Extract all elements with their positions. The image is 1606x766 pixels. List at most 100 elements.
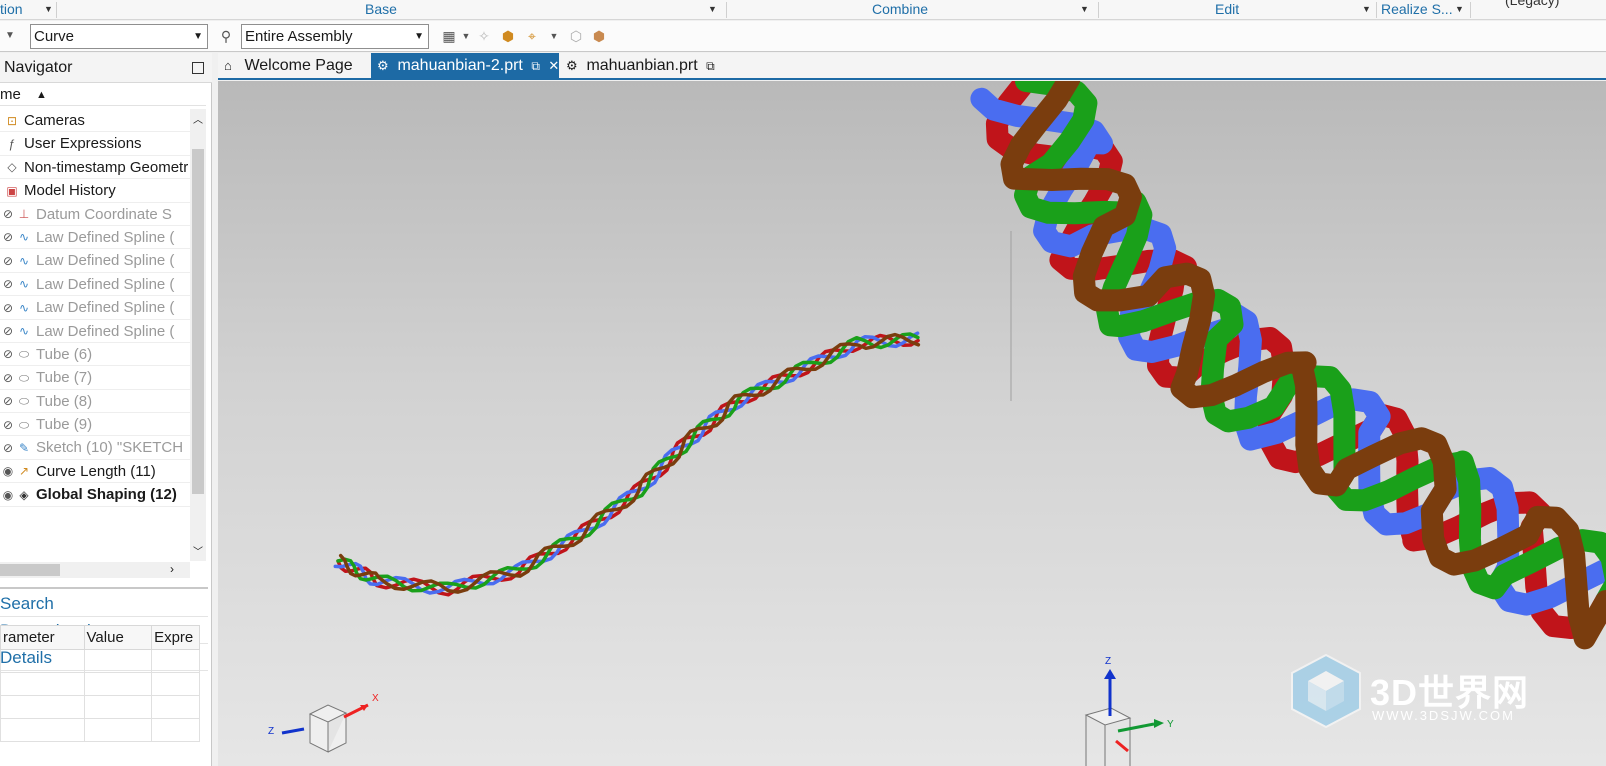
- ribbon-group-combine[interactable]: Combine: [872, 0, 928, 20]
- tree-item[interactable]: ƒ User Expressions: [0, 132, 190, 156]
- tab-label: mahuanbian-2.prt: [397, 57, 523, 74]
- tree-item-label: Law Defined Spline (: [36, 275, 175, 293]
- visible-eye-icon[interactable]: ◉: [0, 460, 16, 482]
- vertical-scrollbar[interactable]: ︿ ﹀: [190, 109, 206, 561]
- table-cell: [151, 649, 200, 673]
- tree-item[interactable]: ▣ Model History: [0, 179, 190, 203]
- tree-item-label: Sketch (10) "SKETCH: [36, 439, 184, 457]
- chevron-down-icon[interactable]: ▼: [544, 26, 564, 46]
- tree-item[interactable]: ⊘ ⬭ Tube (7): [0, 366, 190, 390]
- ribbon-group-base[interactable]: Base: [365, 0, 397, 20]
- chevron-up-icon[interactable]: ︿: [193, 111, 203, 126]
- hidden-eye-icon[interactable]: ⊘: [0, 343, 16, 365]
- z-axis-label: Z: [268, 726, 274, 737]
- visible-eye-icon[interactable]: ◉: [0, 484, 16, 506]
- braid-closeup-model[interactable]: [970, 81, 1606, 650]
- chevron-down-icon: ▼: [193, 31, 203, 42]
- maximize-icon[interactable]: [192, 62, 204, 74]
- ribbon-group-selection[interactable]: tion ▼: [0, 0, 53, 20]
- braid-strand[interactable]: [333, 331, 920, 595]
- tree-item[interactable]: ⊘ ⬭ Tube (8): [0, 390, 190, 414]
- wireframe-box-icon[interactable]: ⬢: [589, 26, 609, 46]
- tree-item[interactable]: ⊡ Cameras: [0, 109, 190, 133]
- popout-icon[interactable]: ⧉: [531, 59, 540, 73]
- chevron-down-icon[interactable]: ▼: [0, 26, 20, 46]
- hidden-eye-icon[interactable]: ⊘: [0, 273, 16, 295]
- column-header-parameter[interactable]: rameter: [0, 625, 85, 650]
- ribbon-group-realize[interactable]: Realize S...: [1381, 0, 1453, 20]
- tree-item[interactable]: ◉ ◈ Global Shaping (12): [0, 483, 190, 507]
- tree-item[interactable]: ⊘ ∿ Law Defined Spline (: [0, 249, 190, 273]
- body-select-icon[interactable]: ⬢: [498, 26, 518, 46]
- close-icon[interactable]: ✕: [548, 58, 559, 73]
- table-row: [0, 672, 200, 696]
- horizontal-scrollbar[interactable]: ›: [0, 562, 190, 578]
- chevron-down-icon[interactable]: ﹀: [193, 543, 203, 558]
- tree-item-label: Datum Coordinate S: [36, 205, 172, 223]
- search-section[interactable]: Search: [0, 591, 208, 617]
- tree-item-label: Cameras: [24, 112, 85, 129]
- ribbon-group-edit[interactable]: Edit: [1215, 0, 1239, 20]
- hidden-eye-icon[interactable]: ⊘: [0, 390, 16, 412]
- tree-item[interactable]: ⊘ ∿ Law Defined Spline (: [0, 296, 190, 320]
- chevron-down-icon[interactable]: ▼: [456, 26, 476, 46]
- watermark-url: WWW.3DSJW.COM: [1372, 708, 1515, 723]
- tab-welcome-page[interactable]: ⌂ Welcome Page: [218, 53, 370, 80]
- column-header-name[interactable]: me ▲: [0, 84, 206, 106]
- tree-item[interactable]: ⊘ ⬭ Tube (6): [0, 343, 190, 367]
- tree-item[interactable]: ⊘ ✎ Sketch (10) "SKETCH: [0, 436, 190, 460]
- popout-icon[interactable]: ⧉: [706, 59, 715, 73]
- tree-item-label: Tube (6): [36, 345, 93, 363]
- braid-strand[interactable]: [338, 332, 921, 594]
- show-hide-icon[interactable]: ⬡: [566, 26, 586, 46]
- law-spline-icon: ∿: [18, 230, 30, 245]
- scrollbar-thumb[interactable]: [0, 564, 60, 576]
- tab-mahuanbian[interactable]: ⚙ mahuanbian.prt ⧉: [560, 53, 720, 80]
- braid-overview-model[interactable]: [333, 331, 921, 597]
- table-cell: [83, 695, 153, 719]
- tree-item-label: Global Shaping (12): [36, 486, 177, 504]
- hidden-eye-icon[interactable]: ⊘: [0, 226, 16, 248]
- datum-csys-icon: ⊥: [18, 207, 30, 222]
- hidden-eye-icon[interactable]: ⊘: [0, 203, 16, 225]
- chevron-down-icon[interactable]: ▼: [44, 0, 53, 19]
- part-file-icon: ⚙: [566, 58, 578, 73]
- tree-item[interactable]: ◉ ↗ Curve Length (11): [0, 460, 190, 484]
- tree-item[interactable]: ⊘ ∿ Law Defined Spline (: [0, 226, 190, 250]
- table-row: [0, 695, 200, 719]
- braid-strand[interactable]: [336, 333, 920, 597]
- tab-label: Welcome Page: [244, 57, 353, 74]
- tree-item[interactable]: ⊘ ⬭ Tube (9): [0, 413, 190, 437]
- hidden-eye-icon[interactable]: ⊘: [0, 320, 16, 342]
- tree-item-label: Law Defined Spline (: [36, 252, 175, 270]
- hidden-eye-icon[interactable]: ⊘: [0, 437, 16, 459]
- tube-icon: ⬭: [18, 347, 30, 362]
- column-header-value[interactable]: Value: [83, 625, 153, 650]
- hidden-eye-icon[interactable]: ⊘: [0, 414, 16, 436]
- expression-icon: ƒ: [8, 136, 16, 151]
- tree-item[interactable]: ◇ Non-timestamp Geometr: [0, 156, 190, 180]
- snap-point-icon[interactable]: ⌖: [522, 26, 542, 46]
- tree-item-label: Law Defined Spline (: [36, 228, 175, 246]
- coordinate-triad-right: Z Y: [1084, 656, 1174, 766]
- scope-select[interactable]: Entire Assembly ▼: [241, 24, 429, 49]
- hidden-eye-icon[interactable]: ⊘: [0, 297, 16, 319]
- tree-item[interactable]: ⊘ ⊥ Datum Coordinate S: [0, 203, 190, 226]
- tree-item[interactable]: ⊘ ∿ Law Defined Spline (: [0, 273, 190, 297]
- filter-icon[interactable]: ⚲: [216, 26, 236, 46]
- table-row: [0, 718, 200, 742]
- chevron-right-icon[interactable]: ›: [170, 562, 174, 576]
- tree-item-label: Law Defined Spline (: [36, 299, 175, 317]
- tree-item[interactable]: ⊘ ∿ Law Defined Spline (: [0, 320, 190, 343]
- type-filter-select[interactable]: Curve ▼: [30, 24, 208, 49]
- hidden-eye-icon[interactable]: ⊘: [0, 250, 16, 272]
- table-cell: [0, 672, 85, 696]
- tab-mahuanbian-2[interactable]: ⚙ mahuanbian-2.prt ⧉ ✕: [371, 53, 559, 80]
- braid-strand[interactable]: [336, 332, 920, 593]
- x-axis-label: X: [372, 693, 379, 704]
- feature-select-icon[interactable]: ✧: [474, 26, 494, 46]
- scrollbar-thumb[interactable]: [192, 149, 204, 494]
- table-cell: [0, 718, 85, 742]
- hidden-eye-icon[interactable]: ⊘: [0, 367, 16, 389]
- column-header-expression[interactable]: Expre: [151, 625, 200, 650]
